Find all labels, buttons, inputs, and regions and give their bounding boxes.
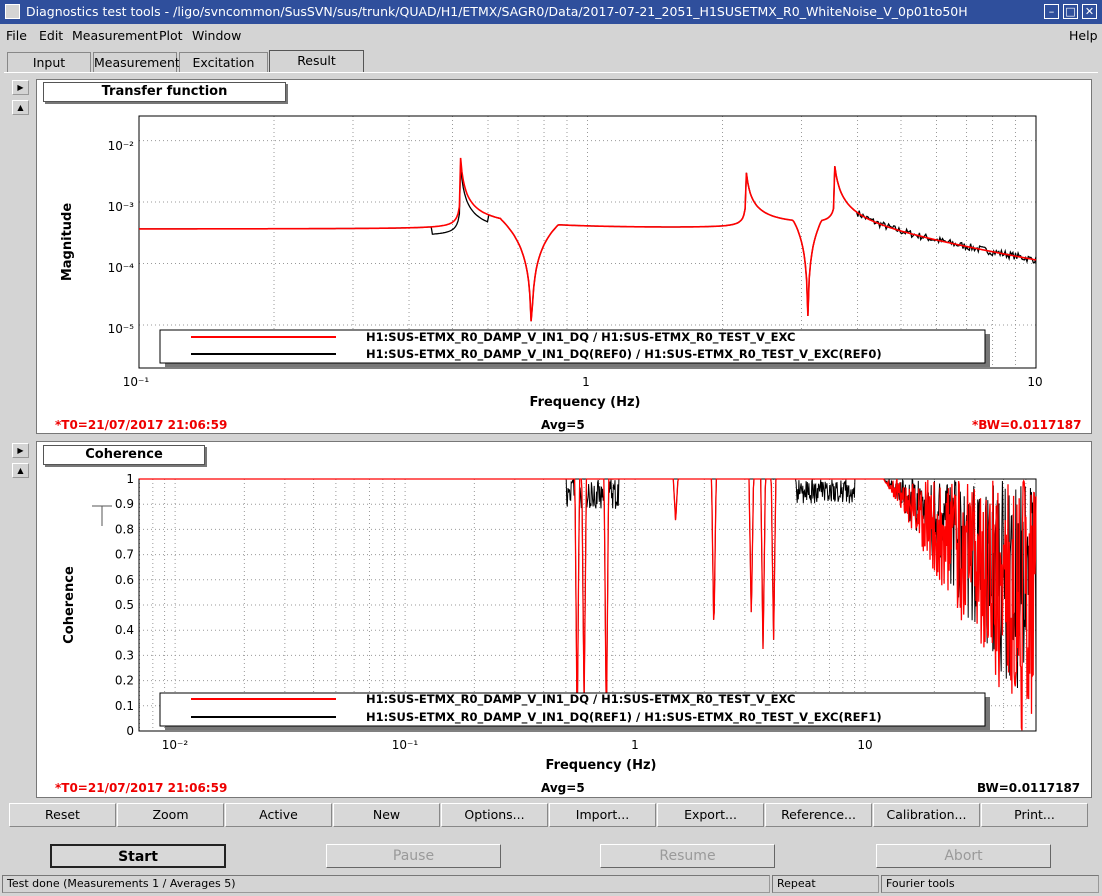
- plot2-reference-trace: [139, 478, 1037, 711]
- expand-plot2-button[interactable]: ▶: [12, 443, 29, 458]
- plot1-ytick-1: 10⁻³: [108, 200, 135, 214]
- reference-button[interactable]: Reference...: [765, 803, 872, 827]
- plot2-ytick-1: 0.9: [115, 497, 134, 511]
- plot2-xtick-3: 10: [857, 738, 872, 752]
- plot2-xlabel: Frequency (Hz): [546, 758, 657, 773]
- plot1-ytick-0: 10⁻²: [108, 139, 135, 153]
- menu-window[interactable]: Window: [192, 28, 241, 43]
- zoom-button[interactable]: Zoom: [117, 803, 224, 827]
- tab-excitation[interactable]: Excitation: [179, 52, 268, 72]
- menu-edit[interactable]: Edit: [39, 28, 63, 43]
- plot1-avg: Avg=5: [541, 418, 585, 432]
- export-button[interactable]: Export...: [657, 803, 764, 827]
- plot1-legend-label-1: H1:SUS-ETMX_R0_DAMP_V_IN1_DQ(REF0) / H1:…: [366, 347, 882, 362]
- plot2-ytick-labels: 1 0.9 0.8 0.7 0.6 0.5 0.4 0.3 0.2 0.1 0: [115, 472, 134, 738]
- plot2-ytick-5: 0.5: [115, 598, 134, 612]
- plot2-xtick-0: 10⁻²: [162, 738, 189, 752]
- menu-bar: File Edit Measurement Plot Window Help: [0, 24, 1102, 46]
- plot1-bw: *BW=0.0117187: [972, 418, 1082, 432]
- plot1-xlabel: Frequency (Hz): [530, 395, 641, 410]
- plot1-t0: *T0=21/07/2017 21:06:59: [55, 418, 228, 432]
- import-button[interactable]: Import...: [549, 803, 656, 827]
- transfer-function-plot[interactable]: 10⁻¹ 1 10 10⁻² 10⁻³ 10⁻⁴ 10⁻⁵ Frequency …: [36, 79, 1092, 434]
- menu-help[interactable]: Help: [1069, 28, 1098, 43]
- menu-measurement[interactable]: Measurement: [72, 28, 158, 43]
- options-button[interactable]: Options...: [441, 803, 548, 827]
- status-mode: Repeat: [772, 875, 879, 893]
- plot2-bw: BW=0.0117187: [977, 781, 1081, 795]
- close-button[interactable]: ✕: [1082, 4, 1097, 19]
- plot2-ylabel: Coherence: [62, 566, 77, 644]
- plot2-ytick-10: 0: [126, 724, 134, 738]
- collapse-plot1-button[interactable]: ▲: [12, 100, 29, 115]
- plot2-xtick-1: 10⁻¹: [392, 738, 419, 752]
- plot2-avg: Avg=5: [541, 781, 585, 795]
- plot1-xtick-2: 10: [1027, 375, 1042, 389]
- reset-button[interactable]: Reset: [9, 803, 116, 827]
- collapse-plot2-button[interactable]: ▲: [12, 463, 29, 478]
- tab-result[interactable]: Result: [269, 50, 364, 73]
- plot2-ytick-8: 0.2: [115, 674, 134, 688]
- app-icon: [5, 4, 20, 19]
- crosshair-cursor: [92, 505, 112, 526]
- plot2-legend-label-0: H1:SUS-ETMX_R0_DAMP_V_IN1_DQ / H1:SUS-ET…: [366, 692, 795, 707]
- plot2-ytick-3: 0.7: [115, 548, 134, 562]
- status-message: Test done (Measurements 1 / Averages 5): [2, 875, 770, 893]
- active-button[interactable]: Active: [225, 803, 332, 827]
- plot1-xtick-1: 1: [582, 375, 590, 389]
- menu-file[interactable]: File: [6, 28, 27, 43]
- resume-button[interactable]: Resume: [600, 844, 775, 868]
- new-button[interactable]: New: [333, 803, 440, 827]
- title-bar: Diagnostics test tools - /ligo/svncommon…: [0, 0, 1102, 24]
- menu-plot[interactable]: Plot: [159, 28, 183, 43]
- expand-plot1-button[interactable]: ▶: [12, 80, 29, 95]
- window-title: Diagnostics test tools - /ligo/svncommon…: [26, 4, 968, 19]
- minimize-button[interactable]: –: [1044, 4, 1059, 19]
- plot1-legend-label-0: H1:SUS-ETMX_R0_DAMP_V_IN1_DQ / H1:SUS-ET…: [366, 330, 795, 345]
- print-button[interactable]: Print...: [981, 803, 1088, 827]
- plot2-legend-label-1: H1:SUS-ETMX_R0_DAMP_V_IN1_DQ(REF1) / H1:…: [366, 710, 882, 725]
- plot1-ytick-3: 10⁻⁵: [108, 322, 135, 336]
- plot1-ytick-2: 10⁻⁴: [108, 261, 135, 275]
- plot2-t0: *T0=21/07/2017 21:06:59: [55, 781, 228, 795]
- calibration-button[interactable]: Calibration...: [873, 803, 980, 827]
- pause-button[interactable]: Pause: [326, 844, 501, 868]
- maximize-button[interactable]: □: [1063, 4, 1078, 19]
- coherence-plot[interactable]: 10⁻² 10⁻¹ 1 10 1 0.9 0.8 0.7 0.6 0.5 0.4 0.3 0.2…: [36, 441, 1092, 798]
- tab-input[interactable]: Input: [7, 52, 91, 72]
- plot2-ytick-2: 0.8: [115, 522, 134, 536]
- plot2-xtick-2: 1: [631, 738, 639, 752]
- plot2-ytick-9: 0.1: [115, 699, 134, 713]
- start-button[interactable]: Start: [50, 844, 226, 868]
- tab-measurement[interactable]: Measurement: [93, 52, 180, 72]
- plot2-ytick-7: 0.3: [115, 648, 134, 662]
- abort-button[interactable]: Abort: [876, 844, 1051, 868]
- plot2-ytick-4: 0.6: [115, 573, 134, 587]
- plot2-ytick-0: 1: [126, 472, 134, 486]
- plot2-ytick-6: 0.4: [115, 623, 134, 637]
- status-type: Fourier tools: [881, 875, 1099, 893]
- plot1-ylabel: Magnitude: [60, 203, 75, 282]
- plot1-xtick-0: 10⁻¹: [123, 375, 150, 389]
